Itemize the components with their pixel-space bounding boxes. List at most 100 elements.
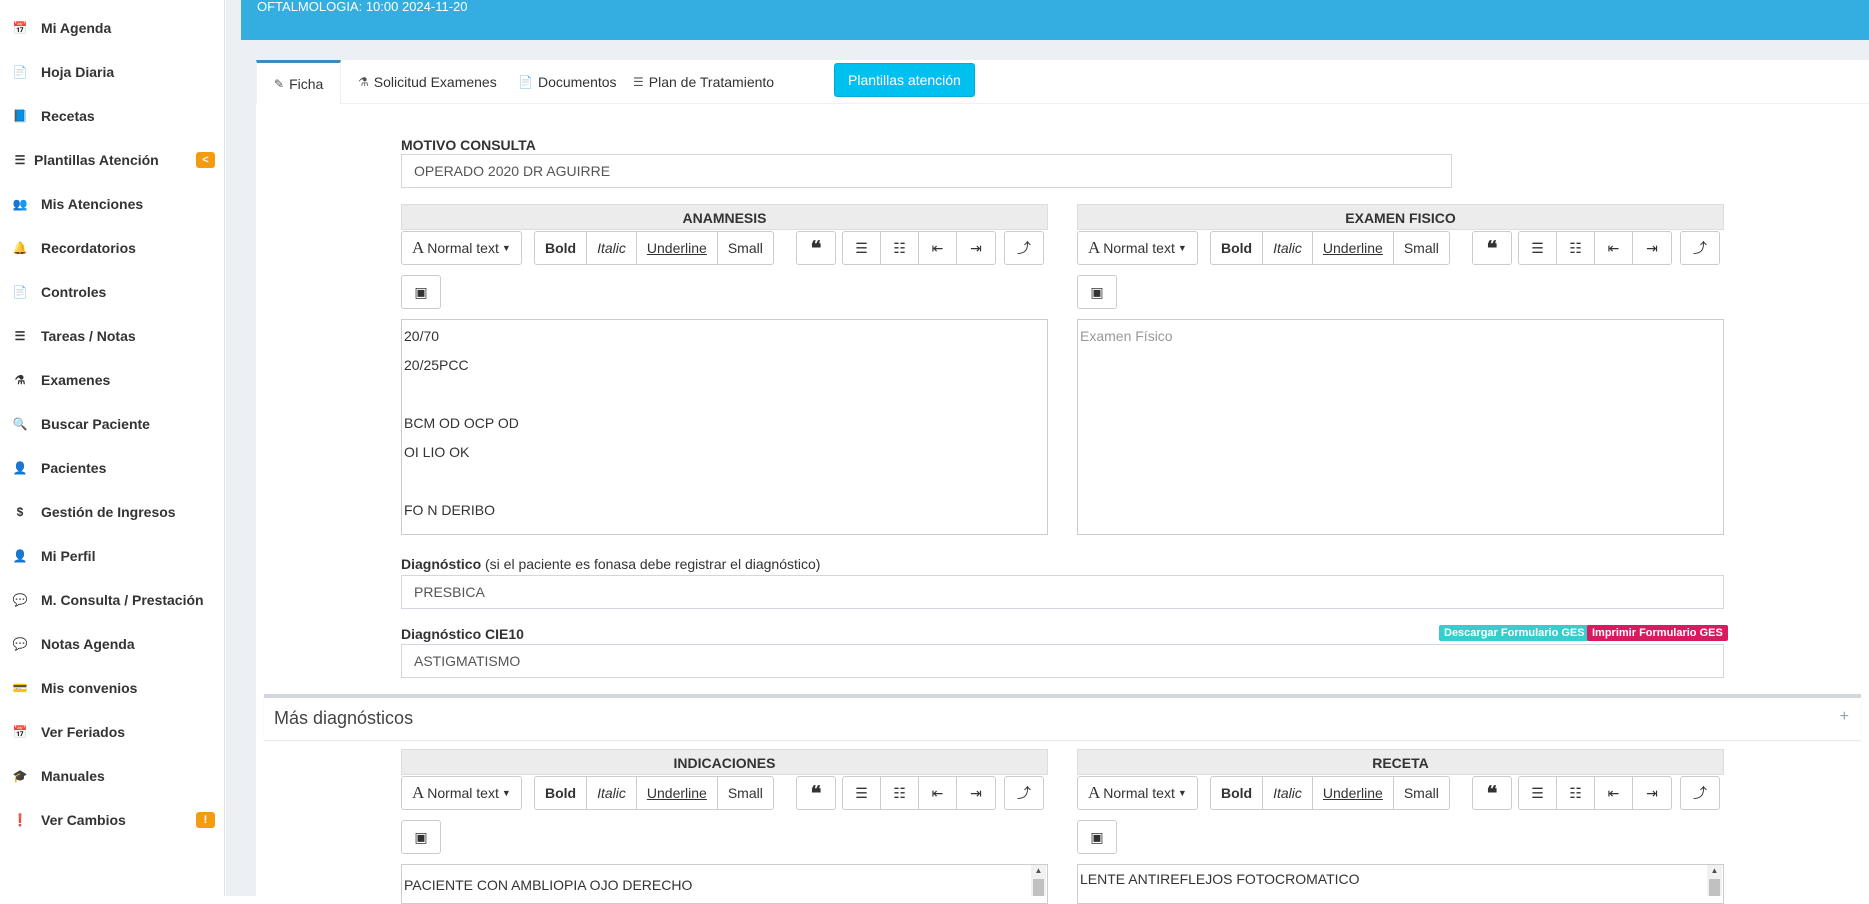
mas-diagnosticos-box[interactable]: Más diagnósticos + (264, 694, 1861, 740)
diagnostico-input[interactable]: PRESBICA (401, 575, 1724, 609)
underline-button[interactable]: Underline (1313, 777, 1394, 809)
tab-ficha[interactable]: ✎ Ficha (256, 60, 342, 104)
sidebar-item-notas-agenda[interactable]: 💬 Notas Agenda (0, 629, 225, 659)
sidebar-item-recordatorios[interactable]: 🔔 Recordatorios (0, 233, 225, 263)
indent-icon[interactable]: ⇥ (957, 777, 995, 809)
sidebar-item-examenes[interactable]: ⚗ Examenes (0, 365, 225, 395)
sidebar-item-hoja-diaria[interactable]: 📄 Hoja Diaria (0, 57, 225, 87)
sidebar-item-ver-feriados[interactable]: 📅 Ver Feriados (0, 717, 225, 747)
underline-button[interactable]: Underline (1313, 232, 1394, 264)
small-button[interactable]: Small (1394, 232, 1449, 264)
sidebar-item-pacientes[interactable]: 👤 Pacientes (0, 453, 225, 483)
indent-icon[interactable]: ⇥ (957, 232, 995, 264)
sidebar-item-ver-cambios[interactable]: ❗ Ver Cambios ! (0, 805, 225, 835)
scroll-thumb[interactable] (1033, 879, 1044, 896)
indicaciones-scrollbar[interactable]: ▲ (1031, 865, 1046, 896)
unordered-list-icon[interactable]: ☰ (843, 232, 881, 264)
sidebar-item-label: Recetas (41, 108, 95, 124)
sidebar-item-mis-atenciones[interactable]: 👥 Mis Atenciones (0, 189, 225, 219)
ordered-list-icon[interactable]: ☷ (1557, 777, 1595, 809)
share-icon[interactable]: ⤴ (1005, 777, 1043, 809)
font-icon: A (412, 783, 425, 802)
ordered-list-icon[interactable]: ☷ (881, 777, 919, 809)
indent-icon[interactable]: ⇥ (1633, 232, 1671, 264)
sidebar-item-plantillas-atencion[interactable]: ☰ Plantillas Atención < (0, 145, 225, 175)
sidebar-item-label: Controles (41, 284, 107, 300)
underline-button[interactable]: Underline (637, 232, 718, 264)
editor-line: LENTE ANTIREFLEJOS FOTOCROMATICO (1080, 871, 1360, 887)
bell-icon: 🔔 (12, 241, 28, 255)
sidebar-item-buscar-paciente[interactable]: 🔍 Buscar Paciente (0, 409, 225, 439)
scroll-thumb[interactable] (1709, 879, 1720, 896)
download-ges-button[interactable]: Descargar Formulario GES (1439, 625, 1590, 641)
image-group: ▣ (401, 820, 441, 854)
italic-button[interactable]: Italic (587, 232, 637, 264)
image-icon[interactable]: ▣ (1078, 821, 1116, 853)
normal-text-label: Normal text (427, 240, 499, 256)
quote-icon[interactable]: ❝ (1473, 777, 1511, 809)
small-button[interactable]: Small (718, 232, 773, 264)
outdent-icon[interactable]: ⇤ (919, 777, 957, 809)
normal-text-dropdown[interactable]: A Normal text ▼ (402, 232, 521, 264)
bold-button[interactable]: Bold (1211, 777, 1264, 809)
ordered-list-icon[interactable]: ☷ (881, 232, 919, 264)
image-icon[interactable]: ▣ (402, 276, 440, 308)
bold-button[interactable]: Bold (535, 232, 588, 264)
image-icon[interactable]: ▣ (402, 821, 440, 853)
tab-plan-tratamiento[interactable]: ☰ Plan de Tratamiento (616, 60, 791, 104)
indent-icon[interactable]: ⇥ (1633, 777, 1671, 809)
quote-icon[interactable]: ❝ (1473, 232, 1511, 264)
small-button[interactable]: Small (718, 777, 773, 809)
cie10-input[interactable]: ASTIGMATISMO (401, 644, 1724, 678)
share-icon[interactable]: ⤴ (1681, 777, 1719, 809)
search-icon: 🔍 (12, 417, 28, 431)
normal-text-dropdown[interactable]: A Normal text ▼ (1078, 777, 1197, 809)
sidebar-item-recetas[interactable]: 📘 Recetas (0, 101, 225, 131)
italic-button[interactable]: Italic (1263, 232, 1313, 264)
sidebar-item-controles[interactable]: 📄 Controles (0, 277, 225, 307)
image-icon[interactable]: ▣ (1078, 276, 1116, 308)
outdent-icon[interactable]: ⇤ (919, 232, 957, 264)
italic-button[interactable]: Italic (587, 777, 637, 809)
receta-scrollbar[interactable]: ▲ (1707, 865, 1722, 896)
ordered-list-icon[interactable]: ☷ (1557, 232, 1595, 264)
quote-icon[interactable]: ❝ (797, 777, 835, 809)
unordered-list-icon[interactable]: ☰ (1519, 777, 1557, 809)
sidebar-item-mi-perfil[interactable]: 👤 Mi Perfil (0, 541, 225, 571)
motivo-input[interactable]: OPERADO 2020 DR AGUIRRE (401, 154, 1452, 188)
normal-text-dropdown[interactable]: A Normal text ▼ (1078, 232, 1197, 264)
sidebar-item-manuales[interactable]: 🎓 Manuales (0, 761, 225, 791)
tab-documentos[interactable]: 📄 Documentos (501, 60, 634, 104)
scroll-up-icon[interactable]: ▲ (1031, 865, 1046, 877)
scroll-up-icon[interactable]: ▲ (1707, 865, 1722, 877)
share-icon[interactable]: ⤴ (1005, 232, 1043, 264)
italic-button[interactable]: Italic (1263, 777, 1313, 809)
examen-fisico-editor[interactable]: Examen Físico (1077, 319, 1724, 535)
sidebar-item-mis-convenios[interactable]: 💳 Mis convenios (0, 673, 225, 703)
outdent-icon[interactable]: ⇤ (1595, 232, 1633, 264)
sidebar-item-tareas-notas[interactable]: ☰ Tareas / Notas (0, 321, 225, 351)
underline-button[interactable]: Underline (637, 777, 718, 809)
unordered-list-icon[interactable]: ☰ (1519, 232, 1557, 264)
plus-icon[interactable]: + (1840, 708, 1849, 726)
bold-button[interactable]: Bold (535, 777, 588, 809)
normal-text-dropdown[interactable]: A Normal text ▼ (402, 777, 521, 809)
small-button[interactable]: Small (1394, 777, 1449, 809)
dollar-icon: $ (16, 505, 24, 519)
anamnesis-editor[interactable]: 20/70 20/25PCC BCM OD OCP OD OI LIO OK F… (401, 319, 1048, 535)
share-icon[interactable]: ⤴ (1681, 232, 1719, 264)
sidebar-item-mi-agenda[interactable]: 📅 Mi Agenda (0, 13, 225, 43)
tab-solicitud-examenes[interactable]: ⚗ Solicitud Examenes (341, 60, 514, 104)
style-group: Bold Italic Underline Small (1210, 231, 1450, 265)
sidebar-item-gestion-ingresos[interactable]: $ Gestión de Ingresos (0, 497, 225, 527)
outdent-icon[interactable]: ⇤ (1595, 777, 1633, 809)
receta-editor[interactable]: LENTE ANTIREFLEJOS FOTOCROMATICO (1077, 864, 1724, 904)
indicaciones-editor[interactable]: PACIENTE CON AMBLIOPIA OJO DERECHO (401, 864, 1048, 904)
file-icon: 📄 (518, 75, 533, 89)
print-ges-button[interactable]: Imprimir Formulario GES (1587, 625, 1728, 641)
quote-icon[interactable]: ❝ (797, 232, 835, 264)
unordered-list-icon[interactable]: ☰ (843, 777, 881, 809)
bold-button[interactable]: Bold (1211, 232, 1264, 264)
sidebar-item-consulta-prestacion[interactable]: 💬 M. Consulta / Prestación (0, 585, 225, 615)
plantillas-atencion-button[interactable]: Plantillas atención (834, 63, 975, 97)
